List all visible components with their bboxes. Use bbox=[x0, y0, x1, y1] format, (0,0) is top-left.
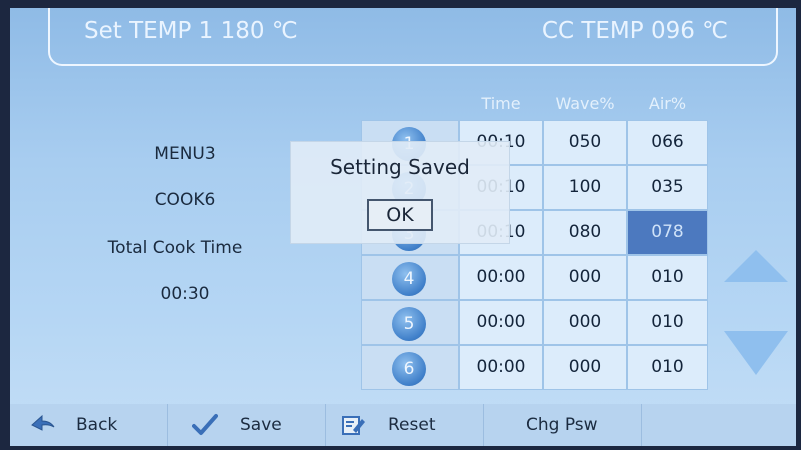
step-number-badge[interactable]: 6 bbox=[392, 352, 426, 386]
wave-cell[interactable]: 000 bbox=[543, 345, 627, 390]
total-cook-time-label: Total Cook Time bbox=[107, 238, 243, 258]
step-cell[interactable]: 6 bbox=[361, 345, 459, 390]
save-button[interactable]: Save bbox=[168, 404, 326, 446]
air-cell[interactable]: 010 bbox=[627, 300, 708, 345]
column-header-air: Air% bbox=[648, 94, 687, 113]
table-row: 4 00:00 000 010 bbox=[361, 255, 708, 300]
time-cell[interactable]: 00:00 bbox=[459, 300, 543, 345]
total-cook-time-value: 00:30 bbox=[160, 284, 210, 304]
time-cell[interactable]: 00:00 bbox=[459, 255, 543, 300]
wave-cell[interactable]: 000 bbox=[543, 255, 627, 300]
air-cell[interactable]: 010 bbox=[627, 255, 708, 300]
step-cell[interactable]: 4 bbox=[361, 255, 459, 300]
change-password-button[interactable]: Chg Psw bbox=[484, 404, 642, 446]
wave-cell[interactable]: 050 bbox=[543, 120, 627, 165]
set-temp-label: Set TEMP 1 180 ℃ bbox=[84, 18, 298, 44]
time-cell[interactable]: 00:00 bbox=[459, 345, 543, 390]
step-number-badge[interactable]: 4 bbox=[392, 262, 426, 296]
bottom-toolbar: Back Save Reset Chg Psw bbox=[10, 404, 796, 446]
column-header-time: Time bbox=[481, 94, 521, 113]
wave-cell[interactable]: 100 bbox=[543, 165, 627, 210]
cook-label: COOK6 bbox=[154, 190, 216, 210]
chg-psw-label: Chg Psw bbox=[526, 415, 598, 435]
scroll-down-arrow-icon[interactable] bbox=[724, 331, 788, 375]
reset-label: Reset bbox=[388, 415, 436, 435]
step-cell[interactable]: 5 bbox=[361, 300, 459, 345]
column-header-wave: Wave% bbox=[555, 94, 615, 113]
temperature-header: Set TEMP 1 180 ℃ CC TEMP 096 ℃ bbox=[48, 8, 778, 66]
air-cell[interactable]: 066 bbox=[627, 120, 708, 165]
table-row: 6 00:00 000 010 bbox=[361, 345, 708, 390]
scroll-up-arrow-icon[interactable] bbox=[724, 250, 788, 282]
wave-cell[interactable]: 000 bbox=[543, 300, 627, 345]
air-cell-selected[interactable]: 078 bbox=[627, 210, 708, 255]
back-label: Back bbox=[76, 415, 118, 435]
empty-toolbar-slot bbox=[642, 404, 796, 446]
checkmark-icon bbox=[192, 414, 218, 435]
edit-icon bbox=[342, 416, 365, 435]
ok-button[interactable]: OK bbox=[367, 199, 433, 231]
dialog-message: Setting Saved bbox=[330, 155, 470, 179]
back-button[interactable]: Back bbox=[10, 404, 168, 446]
wave-cell[interactable]: 080 bbox=[543, 210, 627, 255]
back-arrow-icon bbox=[31, 414, 55, 431]
menu-label: MENU3 bbox=[154, 144, 216, 164]
step-number-badge[interactable]: 5 bbox=[392, 307, 426, 341]
setting-saved-dialog: Setting Saved OK bbox=[290, 141, 510, 244]
air-cell[interactable]: 010 bbox=[627, 345, 708, 390]
touch-screen: Set TEMP 1 180 ℃ CC TEMP 096 ℃ MENU3 COO… bbox=[10, 8, 796, 446]
cc-temp-label: CC TEMP 096 ℃ bbox=[541, 18, 728, 44]
reset-button[interactable]: Reset bbox=[326, 404, 484, 446]
save-label: Save bbox=[240, 415, 282, 435]
table-row: 5 00:00 000 010 bbox=[361, 300, 708, 345]
air-cell[interactable]: 035 bbox=[627, 165, 708, 210]
